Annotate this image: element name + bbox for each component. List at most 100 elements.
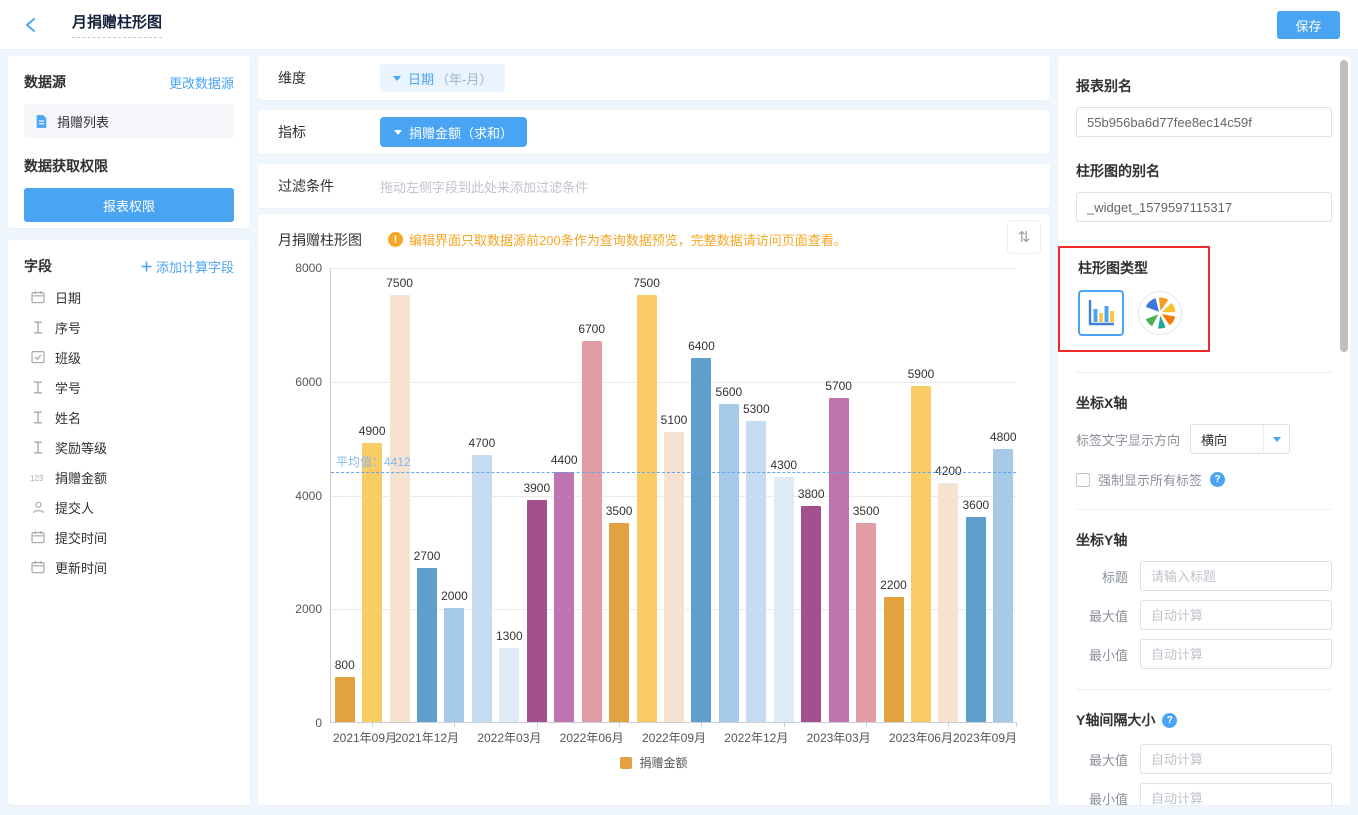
field-item[interactable]: 提交时间 (24, 522, 234, 552)
permission-title: 数据获取权限 (24, 156, 234, 176)
bar[interactable] (335, 677, 355, 723)
plus-icon (141, 261, 152, 272)
field-item[interactable]: 更新时间 (24, 552, 234, 582)
divider (1076, 372, 1332, 373)
bar-value-label: 5600 (691, 385, 767, 399)
report-alias-label: 报表别名 (1076, 76, 1332, 96)
chart-legend[interactable]: 捐赠金额 (258, 754, 1050, 771)
x-axis-tick (454, 722, 455, 727)
bar[interactable] (609, 523, 629, 722)
widget-alias-input[interactable] (1076, 192, 1332, 222)
help-icon[interactable]: ? (1210, 472, 1225, 487)
pie-chart-type-icon[interactable] (1138, 291, 1182, 335)
gridline (331, 268, 1016, 269)
bar[interactable] (856, 523, 876, 722)
text-icon (30, 441, 46, 454)
bar[interactable] (582, 341, 602, 722)
bar[interactable] (554, 472, 574, 722)
bar[interactable] (444, 608, 464, 722)
x-axis-tick (1016, 722, 1017, 727)
x-axis-tick (619, 722, 620, 727)
bar[interactable] (774, 477, 794, 722)
force-show-labels-checkbox[interactable] (1076, 473, 1090, 487)
filter-placeholder: 拖动左侧字段到此处来添加过滤条件 (380, 177, 588, 196)
average-line-label: 平均值：4412 (336, 453, 411, 470)
field-item-label: 姓名 (55, 408, 81, 427)
bar[interactable] (719, 404, 739, 723)
field-item[interactable]: 学号 (24, 372, 234, 402)
bar[interactable] (362, 443, 382, 722)
bar[interactable] (637, 295, 657, 722)
report-alias-input[interactable] (1076, 107, 1332, 137)
x-axis-tick-label: 2023年03月 (801, 729, 877, 746)
field-list: 日期序号班级学号姓名奖励等级123捐赠金额提交人提交时间更新时间 (24, 282, 234, 582)
field-item[interactable]: 奖励等级 (24, 432, 234, 462)
interval-min-label: 最小值 (1076, 789, 1128, 806)
field-item[interactable]: 班级 (24, 342, 234, 372)
bar-value-label: 7500 (609, 276, 685, 290)
change-datasource-link[interactable]: 更改数据源 (169, 73, 234, 92)
sort-button[interactable]: ⇅ (1007, 220, 1041, 254)
bar[interactable] (884, 597, 904, 722)
bar[interactable] (390, 295, 410, 722)
y-title-label: 标题 (1076, 567, 1128, 586)
y-axis-tick-label: 2000 (282, 602, 322, 616)
bar[interactable] (938, 483, 958, 722)
y-interval-title: Y轴间隔大小 (1076, 710, 1155, 730)
y-axis-tick-label: 6000 (282, 375, 322, 389)
field-item[interactable]: 日期 (24, 282, 234, 312)
save-button[interactable]: 保存 (1277, 11, 1340, 39)
scrollbar-thumb[interactable] (1340, 60, 1348, 352)
bar[interactable] (829, 398, 849, 722)
field-item[interactable]: 提交人 (24, 492, 234, 522)
chart-card: 月捐赠柱形图 ! 编辑界面只取数据源前200条作为查询数据预览，完整数据请访问页… (258, 214, 1050, 805)
chart-type-highlight-box: 柱形图类型 (1058, 246, 1210, 352)
bar-value-label: 4800 (965, 430, 1041, 444)
interval-max-input[interactable] (1140, 744, 1332, 774)
field-item-label: 班级 (55, 348, 81, 367)
y-min-input[interactable] (1140, 639, 1332, 669)
legend-swatch (620, 757, 632, 769)
filter-row[interactable]: 过滤条件 拖动左侧字段到此处来添加过滤条件 (258, 164, 1050, 208)
bar[interactable] (527, 500, 547, 722)
metric-tag[interactable]: 捐赠金额（求和） (380, 117, 527, 147)
chart-warning: ! 编辑界面只取数据源前200条作为查询数据预览，完整数据请访问页面查看。 (388, 230, 847, 249)
field-item-label: 提交时间 (55, 528, 107, 547)
bar[interactable] (966, 517, 986, 722)
field-item[interactable]: 序号 (24, 312, 234, 342)
text-icon (30, 321, 46, 334)
label-direction-select[interactable]: 横向 (1190, 424, 1290, 454)
help-icon[interactable]: ? (1162, 713, 1177, 728)
y-max-input[interactable] (1140, 600, 1332, 630)
y-title-input[interactable] (1140, 561, 1332, 591)
chart-title: 月捐赠柱形图 (278, 230, 362, 250)
person-icon (30, 501, 46, 514)
text-icon (30, 411, 46, 424)
bar[interactable] (691, 358, 711, 722)
bar[interactable] (664, 432, 684, 722)
bar-chart-type-icon[interactable] (1078, 290, 1124, 336)
select-icon (30, 350, 46, 364)
bar-value-label: 5300 (718, 402, 794, 416)
field-item[interactable]: 123捐赠金额 (24, 462, 234, 492)
bar[interactable] (801, 506, 821, 722)
bar[interactable] (472, 455, 492, 722)
interval-max-label: 最大值 (1076, 750, 1128, 769)
bar[interactable] (993, 449, 1013, 722)
top-header: 月捐赠柱形图 保存 (0, 0, 1358, 50)
x-axis-tick (784, 722, 785, 727)
add-calc-field-link[interactable]: 添加计算字段 (141, 257, 234, 276)
datasource-item[interactable]: 捐赠列表 (24, 104, 234, 138)
chevron-down-icon (393, 76, 401, 81)
report-permission-button[interactable]: 报表权限 (24, 188, 234, 222)
x-axis-tick-label: 2022年03月 (471, 729, 547, 746)
bar[interactable] (911, 386, 931, 722)
x-axis-title: 坐标X轴 (1076, 393, 1332, 413)
settings-panel: 报表别名 柱形图的别名 柱形图类型 (1058, 56, 1350, 805)
bar[interactable] (499, 648, 519, 722)
interval-min-input[interactable] (1140, 783, 1332, 805)
back-icon[interactable] (18, 12, 44, 38)
dimension-tag[interactable]: 日期 （年-月） (380, 64, 505, 92)
x-axis-tick-label: 2022年06月 (554, 729, 630, 746)
field-item[interactable]: 姓名 (24, 402, 234, 432)
